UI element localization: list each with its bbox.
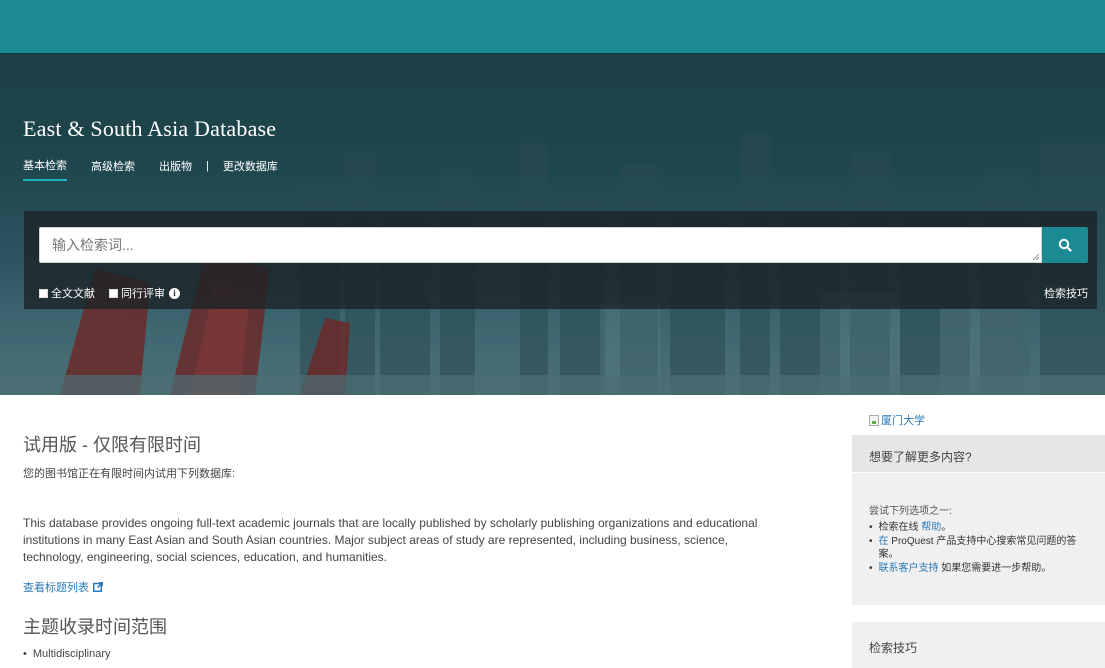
info-icon[interactable]: i	[169, 287, 180, 299]
hero-banner: East & South Asia Database 基本检索 高级检索 出版物…	[0, 53, 1105, 395]
contact-support-link[interactable]: 联系客户支持	[879, 563, 939, 574]
help-option-contact-support: • 联系客户支持 如果您需要进一步帮助。	[869, 563, 1052, 574]
full-text-label: 全文文献	[51, 288, 95, 300]
search-tips-link[interactable]: 检索技巧	[1044, 285, 1088, 301]
coverage-list: Multidisciplinary	[23, 648, 111, 660]
help-box-title: 想要了解更多内容?	[852, 435, 1105, 473]
nav-advanced-search[interactable]: 高级检索	[91, 158, 135, 180]
view-title-list-link[interactable]: 查看标题列表	[23, 579, 103, 595]
broken-image-icon	[869, 414, 879, 426]
help-option-support-center: • 在 ProQuest 产品支持中心搜索常见问题的答案。	[869, 536, 1077, 560]
full-text-checkbox[interactable]	[39, 288, 48, 298]
institution-logo-alt: 厦门大学	[881, 415, 925, 427]
institution-logo[interactable]: 厦门大学	[869, 412, 925, 428]
database-title: East & South Asia Database	[23, 116, 277, 141]
help-box: 想要了解更多内容? 尝试下列选项之一: • 检索在线 帮助。 • 在 ProQu…	[852, 435, 1105, 605]
search-panel: 全文文献 同行评审 i 检索技巧	[24, 211, 1097, 309]
search-tips-title: 检索技巧	[869, 641, 918, 655]
peer-reviewed-label: 同行评审	[121, 288, 165, 300]
search-nav: 基本检索 高级检索 出版物 | 更改数据库	[23, 157, 302, 181]
nav-separator: |	[206, 160, 209, 172]
peer-reviewed-option[interactable]: 同行评审 i	[109, 285, 180, 301]
help-box-intro: 尝试下列选项之一:	[869, 506, 952, 517]
resize-grip-icon[interactable]	[1032, 253, 1040, 261]
help-option-online-help: • 检索在线 帮助。	[869, 522, 952, 533]
search-tips-box[interactable]: 检索技巧	[852, 622, 1105, 668]
nav-change-databases[interactable]: 更改数据库	[223, 158, 278, 180]
help-option-text: 检索在线	[878, 522, 922, 533]
title-list-label: 查看标题列表	[23, 582, 89, 594]
peer-reviewed-checkbox[interactable]	[109, 288, 118, 298]
support-center-link[interactable]: 在	[879, 536, 889, 547]
help-options-list: • 检索在线 帮助。 • 在 ProQuest 产品支持中心搜索常见问题的答案。…	[869, 521, 1094, 576]
search-icon	[1058, 238, 1072, 252]
search-options: 全文文献 同行评审 i	[39, 285, 194, 301]
help-option-text: 如果您需要进一步帮助。	[938, 563, 1052, 574]
nav-basic-search[interactable]: 基本检索	[23, 157, 67, 181]
trial-heading: 试用版 - 仅限有限时间	[23, 435, 201, 455]
help-option-text: ProQuest 产品支持中心搜索常见问题的答案。	[878, 536, 1077, 560]
external-link-icon	[93, 582, 103, 592]
nav-publications[interactable]: 出版物	[159, 158, 192, 180]
trial-subtitle: 您的图书馆正在有限时间内试用下列数据库:	[23, 468, 236, 480]
online-help-link[interactable]: 帮助	[921, 522, 941, 533]
coverage-heading: 主题收录时间范围	[23, 617, 167, 637]
coverage-item: Multidisciplinary	[23, 648, 111, 660]
search-button[interactable]	[1042, 227, 1088, 263]
search-input[interactable]	[39, 227, 1042, 263]
full-text-option[interactable]: 全文文献	[39, 285, 95, 301]
help-option-text: 。	[941, 522, 952, 533]
database-description: This database provides ongoing full-text…	[23, 516, 758, 564]
top-banner	[0, 0, 1105, 53]
